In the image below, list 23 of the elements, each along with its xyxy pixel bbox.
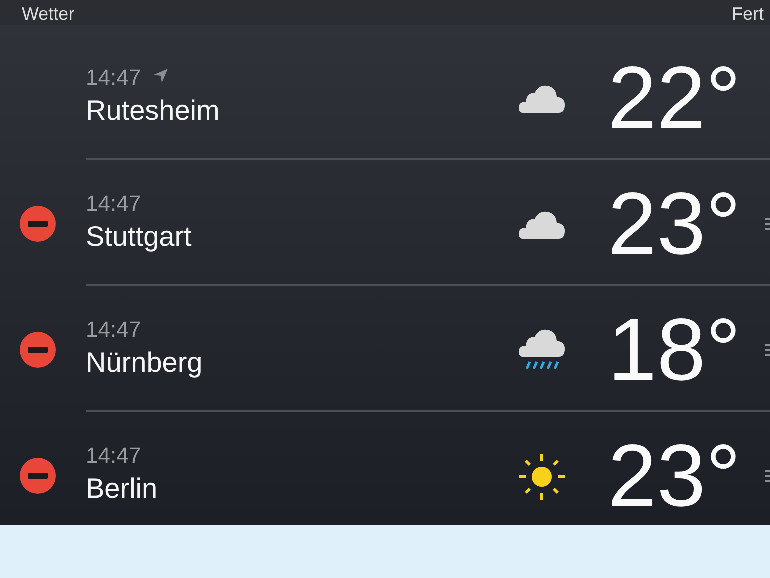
city-name: Stuttgart bbox=[86, 220, 193, 254]
remove-icon[interactable] bbox=[20, 332, 56, 368]
cloud-icon bbox=[519, 209, 565, 241]
done-link[interactable]: Fert bbox=[732, 3, 764, 25]
widget-title: Wetter bbox=[22, 3, 75, 25]
remove-icon[interactable] bbox=[20, 206, 56, 242]
reorder-handle-icon[interactable] bbox=[765, 468, 770, 484]
cloud-icon bbox=[519, 83, 565, 115]
local-time: 14:47 bbox=[86, 316, 142, 344]
local-time: 14:47 bbox=[86, 190, 142, 218]
temperature: 22° bbox=[608, 47, 742, 148]
temperature: 18° bbox=[608, 299, 742, 400]
city-name: Berlin bbox=[86, 472, 159, 506]
remove-icon[interactable] bbox=[20, 458, 56, 494]
local-time: 14:47 bbox=[86, 442, 142, 470]
local-time: 14:47 bbox=[86, 64, 142, 92]
sun-icon bbox=[519, 454, 565, 500]
reorder-handle-icon[interactable] bbox=[765, 342, 770, 358]
temperature: 23° bbox=[608, 173, 742, 274]
temperature: 23° bbox=[608, 425, 742, 525]
city-name: Rutesheim bbox=[86, 94, 221, 128]
city-name: Nürnberg bbox=[86, 346, 204, 380]
reorder-handle-icon[interactable] bbox=[765, 216, 770, 232]
